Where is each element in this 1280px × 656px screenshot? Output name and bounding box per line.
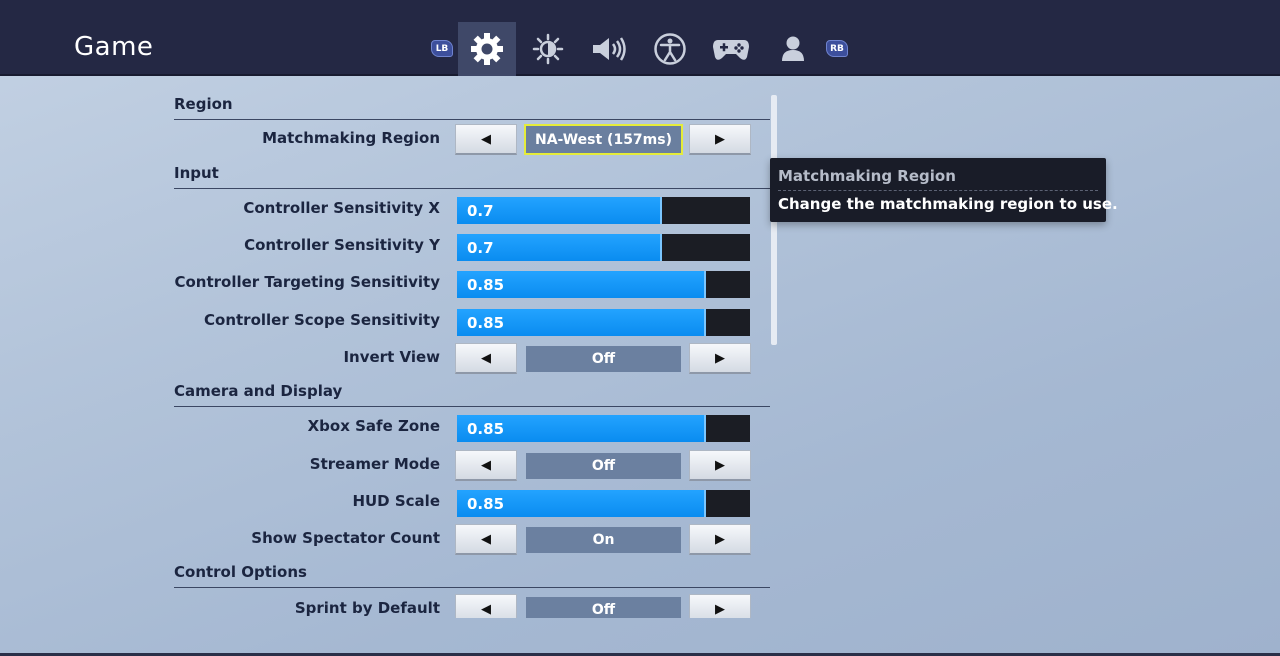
setting-label: Invert View xyxy=(343,348,440,366)
next-value-button[interactable]: ▶ xyxy=(689,124,751,155)
next-value-button[interactable]: ▶ xyxy=(689,524,751,555)
gear-icon xyxy=(471,33,503,65)
tooltip-title: Matchmaking Region xyxy=(778,167,956,185)
left-bumper-badge[interactable]: LB xyxy=(431,40,453,57)
tab-controller[interactable] xyxy=(702,22,760,76)
previous-value-button[interactable]: ◀ xyxy=(455,343,517,374)
page-title: Game xyxy=(74,32,154,62)
tab-game-settings[interactable] xyxy=(458,22,516,76)
next-value-button[interactable]: ▶ xyxy=(689,450,751,481)
setting-hud-scale: HUD Scale 0.85 xyxy=(174,487,770,519)
brightness-icon xyxy=(532,33,564,65)
slider-value: 0.85 xyxy=(467,276,505,294)
tab-brightness[interactable] xyxy=(519,22,577,76)
setting-sprint-by-default: Sprint by Default ◀ Off ▶ xyxy=(174,594,770,618)
streamer-mode-value[interactable]: Off xyxy=(526,453,681,479)
setting-label: HUD Scale xyxy=(352,492,440,510)
tooltip-divider xyxy=(778,190,1098,191)
previous-value-button[interactable]: ◀ xyxy=(455,124,517,155)
setting-xbox-safe-zone: Xbox Safe Zone 0.85 xyxy=(174,412,770,444)
setting-label: Streamer Mode xyxy=(309,455,440,473)
sprint-by-default-value[interactable]: Off xyxy=(526,597,681,618)
account-icon xyxy=(782,36,804,61)
right-bumper-badge[interactable]: RB xyxy=(826,40,848,57)
setting-controller-targeting-sensitivity: Controller Targeting Sensitivity 0.85 xyxy=(174,268,770,300)
setting-streamer-mode: Streamer Mode ◀ Off ▶ xyxy=(174,450,770,482)
top-bar: Game LB RB xyxy=(0,0,1280,76)
tab-accessibility[interactable] xyxy=(641,22,699,76)
invert-view-value[interactable]: Off xyxy=(526,346,681,372)
controller-sensitivity-y-slider[interactable]: 0.7 xyxy=(457,234,750,261)
previous-value-button[interactable]: ◀ xyxy=(455,594,517,618)
setting-label: Sprint by Default xyxy=(294,599,440,617)
setting-label: Matchmaking Region xyxy=(262,129,440,147)
setting-label: Controller Scope Sensitivity xyxy=(204,311,440,329)
speaker-icon xyxy=(593,37,626,61)
setting-controller-sensitivity-x: Controller Sensitivity X 0.7 xyxy=(174,194,770,226)
accessibility-icon xyxy=(654,33,686,65)
next-value-button[interactable]: ▶ xyxy=(689,343,751,374)
controller-icon xyxy=(713,40,749,60)
section-header-region: Region xyxy=(174,92,770,120)
setting-tooltip: Matchmaking Region Change the matchmakin… xyxy=(770,158,1118,222)
setting-show-spectator-count: Show Spectator Count ◀ On ▶ xyxy=(174,524,770,556)
controller-sensitivity-x-slider[interactable]: 0.7 xyxy=(457,197,750,224)
next-value-button[interactable]: ▶ xyxy=(689,594,751,618)
section-header-control-options: Control Options xyxy=(174,560,770,588)
setting-controller-scope-sensitivity: Controller Scope Sensitivity 0.85 xyxy=(174,306,770,338)
tab-audio[interactable] xyxy=(580,22,638,76)
slider-value: 0.85 xyxy=(467,314,505,332)
slider-value: 0.85 xyxy=(467,495,505,513)
setting-controller-sensitivity-y: Controller Sensitivity Y 0.7 xyxy=(174,231,770,263)
setting-label: Controller Targeting Sensitivity xyxy=(174,273,440,291)
section-header-input: Input xyxy=(174,161,770,189)
setting-label: Controller Sensitivity Y xyxy=(244,236,440,254)
setting-label: Xbox Safe Zone xyxy=(307,417,440,435)
setting-label: Show Spectator Count xyxy=(251,529,440,547)
previous-value-button[interactable]: ◀ xyxy=(455,450,517,481)
controller-scope-sensitivity-slider[interactable]: 0.85 xyxy=(457,309,750,336)
setting-label: Controller Sensitivity X xyxy=(243,199,440,217)
previous-value-button[interactable]: ◀ xyxy=(455,524,517,555)
matchmaking-region-value[interactable]: NA-West (157ms) xyxy=(524,124,683,155)
tooltip-body: Change the matchmaking region to use. xyxy=(778,195,1118,213)
slider-value: 0.7 xyxy=(467,202,494,220)
controller-targeting-sensitivity-slider[interactable]: 0.85 xyxy=(457,271,750,298)
setting-matchmaking-region: Matchmaking Region ◀ NA-West (157ms) ▶ xyxy=(174,124,770,156)
show-spectator-count-value[interactable]: On xyxy=(526,527,681,553)
section-header-camera-and-display: Camera and Display xyxy=(174,379,770,407)
setting-invert-view: Invert View ◀ Off ▶ xyxy=(174,343,770,375)
slider-value: 0.7 xyxy=(467,239,494,257)
slider-value: 0.85 xyxy=(467,420,505,438)
xbox-safe-zone-slider[interactable]: 0.85 xyxy=(457,415,750,442)
tab-account[interactable] xyxy=(764,22,822,76)
hud-scale-slider[interactable]: 0.85 xyxy=(457,490,750,517)
